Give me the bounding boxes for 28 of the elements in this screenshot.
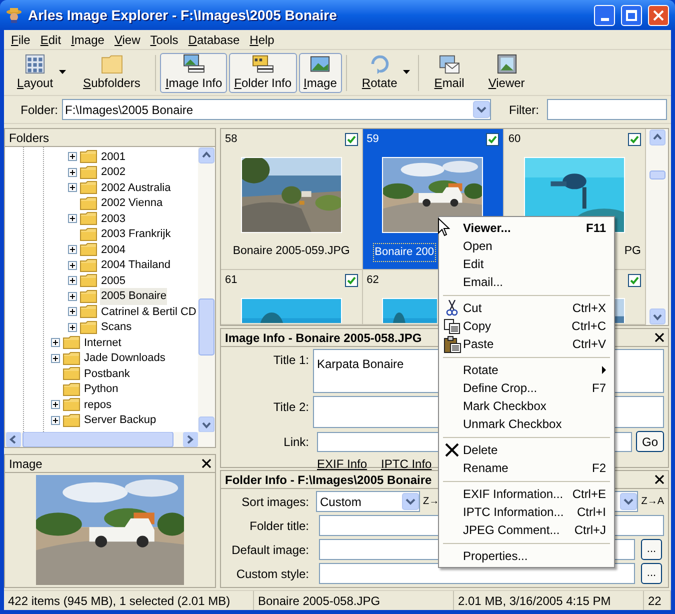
field-label: Default image: [230,542,310,558]
filter-label: Filter: [509,102,539,118]
thumbnail-number: 62 [366,273,379,288]
field-label: Title 2: [272,399,310,416]
panel-title: Image Info - Bonaire 2005-058.JPG [225,330,422,346]
sort-order-label: Z→A [641,495,664,509]
thumbnail-number: 58 [225,132,238,148]
status-text: 22 [644,591,671,610]
status-text: Bonaire 2005-058.JPG [254,591,454,610]
folder-label: Folder: [20,102,58,118]
status-text: 422 items (945 MB), 1 selected (2.01 MB) [4,591,254,610]
thumbnail-number: 59 [366,132,379,148]
field-label: Folder title: [248,518,310,534]
status-text: 2.01 MB, 3/16/2005 4:15 PM [454,591,644,610]
window-title: Arles Image Explorer - F:\Images\2005 Bonaire [28,6,338,25]
sort-order-label: Z→ [423,495,440,509]
thumbnail-number: 60 [508,132,521,148]
thumbnail-caption: Bonaire 200 [372,243,436,262]
panel-title: Folder Info - F:\Images\2005 Bonaire [225,472,432,488]
field-label: Title 1: [272,352,310,369]
field-label: Link: [282,434,310,450]
thumbnail-caption: PG [624,244,641,259]
thumbnail-caption: Bonaire 2005-059.JPG [232,244,350,259]
field-label: Custom style: [235,566,310,582]
thumbnail-number: 61 [225,273,238,288]
panel-title: Folders [9,130,50,146]
panel-title: Image [9,456,42,472]
field-label: Sort images: [240,494,310,510]
